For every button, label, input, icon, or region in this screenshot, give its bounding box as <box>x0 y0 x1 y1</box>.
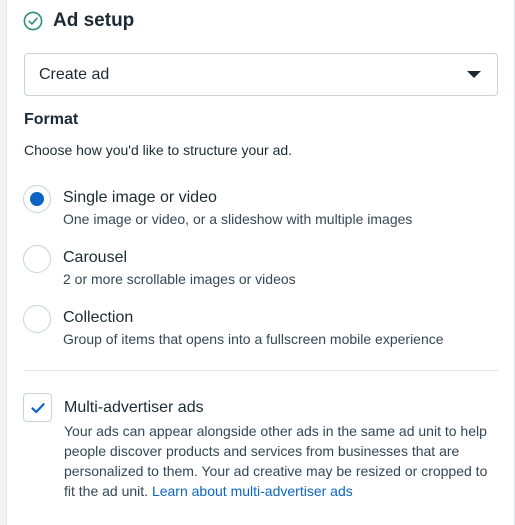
option-label: Carousel <box>63 249 128 266</box>
ad-type-dropdown[interactable]: Create ad <box>24 53 498 96</box>
format-option-carousel[interactable]: Carousel 2 or more scrollable images or … <box>23 245 296 289</box>
check-circle-icon <box>23 11 43 31</box>
multi-advertiser-label: Multi-advertiser ads <box>64 399 204 416</box>
option-label: Collection <box>63 309 134 326</box>
section-header: Ad setup <box>23 9 134 33</box>
multi-advertiser-checkbox[interactable] <box>23 393 52 422</box>
checkmark-icon <box>30 402 45 413</box>
format-title: Format <box>24 111 79 128</box>
caret-down-icon <box>467 71 481 78</box>
radio-single-image[interactable] <box>23 185 51 213</box>
option-label: Single image or video <box>63 189 217 206</box>
divider <box>24 370 498 371</box>
multi-advertiser-option: Multi-advertiser ads Your ads can appear… <box>23 393 494 501</box>
learn-more-link[interactable]: Learn about multi-advertiser ads <box>152 483 353 499</box>
format-option-collection[interactable]: Collection Group of items that opens int… <box>23 305 444 349</box>
format-description: Choose how you'd like to structure your … <box>24 142 293 158</box>
radio-selected-dot <box>30 192 44 206</box>
page-title: Ad setup <box>53 10 135 31</box>
radio-collection[interactable] <box>23 305 51 333</box>
option-description: One image or video, or a slideshow with … <box>63 211 413 227</box>
multi-advertiser-description: Your ads can appear alongside other ads … <box>64 421 494 501</box>
option-description: Group of items that opens into a fullscr… <box>63 331 444 347</box>
ad-type-value: Create ad <box>39 65 110 83</box>
option-description: 2 or more scrollable images or videos <box>63 271 296 287</box>
ad-setup-panel: Ad setup Create ad Format Choose how you… <box>6 0 515 525</box>
format-option-single-image[interactable]: Single image or video One image or video… <box>23 185 412 229</box>
radio-carousel[interactable] <box>23 245 51 273</box>
